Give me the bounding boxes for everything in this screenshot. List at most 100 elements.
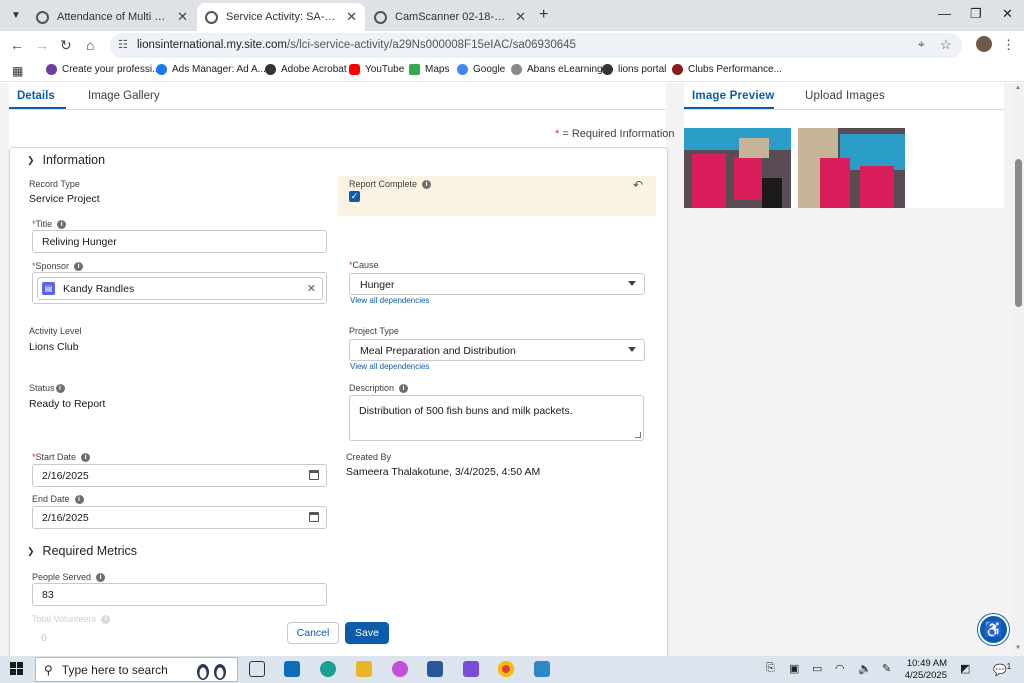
taskbar-search-box[interactable]: ⚲ Type here to search xyxy=(35,657,238,682)
title-input[interactable]: Reliving Hunger xyxy=(32,230,327,253)
photos-icon[interactable] xyxy=(534,661,550,677)
project-type-select[interactable]: Meal Preparation and Distribution xyxy=(349,339,645,361)
browser-tab-attendance[interactable]: Attendance of Multi Service Joi ✕ xyxy=(28,3,196,31)
battery-icon[interactable]: ▭ xyxy=(812,662,822,675)
copilot-icon[interactable] xyxy=(392,661,408,677)
menu-kebab-icon[interactable]: ⋮ xyxy=(1002,37,1015,53)
total-volunteers-value[interactable]: 6 xyxy=(41,632,47,644)
save-button[interactable]: Save xyxy=(345,622,389,644)
active-tab-indicator xyxy=(684,107,774,109)
apps-grid-icon[interactable]: ▦ xyxy=(12,64,23,78)
task-view-icon[interactable] xyxy=(249,661,265,677)
info-icon[interactable]: i xyxy=(81,452,91,462)
pen-icon[interactable]: ✎ xyxy=(882,662,891,675)
info-icon[interactable]: i xyxy=(399,383,409,393)
close-tab-icon[interactable]: ✕ xyxy=(177,9,188,25)
section-header-required-metrics[interactable]: ❯ Required Metrics xyxy=(27,544,137,558)
sponsor-pill[interactable]: ▤ Kandy Randles ✕ xyxy=(37,277,323,300)
outlook-icon[interactable] xyxy=(284,661,300,677)
tab-image-preview[interactable]: Image Preview xyxy=(692,90,775,102)
page-scrollbar[interactable]: ▲ ▼ xyxy=(1013,83,1024,656)
search-icon: ⚲ xyxy=(44,662,53,677)
info-icon[interactable]: i xyxy=(74,261,84,271)
close-tab-icon[interactable]: ✕ xyxy=(515,9,526,25)
browser-tab-camscanner[interactable]: CamScanner 02-18-2025 16.56 ✕ xyxy=(366,3,534,31)
image-thumbnail-2[interactable] xyxy=(798,128,905,208)
wifi-icon[interactable]: ◠ xyxy=(835,662,845,675)
bookmark-lions-portal[interactable]: lions portal xyxy=(602,64,666,75)
minimize-icon[interactable]: — xyxy=(938,6,951,21)
bookmark-abans-elearning[interactable]: Abans eLearning xyxy=(511,64,603,75)
info-icon[interactable]: i xyxy=(422,179,432,189)
bookmark-label: lions portal xyxy=(618,64,667,75)
info-icon[interactable]: i xyxy=(96,572,106,582)
image-thumbnail-1[interactable] xyxy=(684,128,791,208)
youtube-icon xyxy=(349,64,360,75)
browser-tab-service-activity[interactable]: Service Activity: SA-06930645 ✕ xyxy=(197,3,365,31)
store-icon[interactable] xyxy=(427,661,443,677)
sponsor-lookup[interactable]: ▤ Kandy Randles ✕ xyxy=(32,272,327,304)
chrome-icon[interactable] xyxy=(498,661,514,677)
windows-start-icon[interactable] xyxy=(10,662,23,675)
calendar-icon[interactable] xyxy=(309,470,319,480)
people-served-label: People Served i xyxy=(32,572,106,582)
scrollbar-thumb[interactable] xyxy=(1015,159,1022,307)
start-date-input[interactable]: 2/16/2025 xyxy=(32,464,327,487)
tab-details[interactable]: Details xyxy=(17,90,55,102)
back-arrow-icon[interactable]: ← xyxy=(10,37,24,53)
notifications-icon[interactable]: 💬1 xyxy=(993,662,1011,677)
location-icon[interactable]: ⌖ xyxy=(918,37,925,52)
tab-image-gallery[interactable]: Image Gallery xyxy=(88,90,160,102)
cancel-button[interactable]: Cancel xyxy=(287,622,339,644)
end-date-input[interactable]: 2/16/2025 xyxy=(32,506,327,529)
bookmark-maps[interactable]: Maps xyxy=(409,64,449,75)
report-complete-checkbox[interactable]: ✓ xyxy=(349,191,360,202)
resize-handle-icon[interactable] xyxy=(635,432,641,438)
widgets-icon[interactable]: ◩ xyxy=(960,662,970,675)
cause-view-dependencies-link[interactable]: View all dependencies xyxy=(350,296,429,305)
clear-selection-icon[interactable]: ✕ xyxy=(307,282,316,295)
bookmark-clubs-performance[interactable]: Clubs Performance... xyxy=(672,64,782,75)
bookmark-google[interactable]: Google xyxy=(457,64,505,75)
home-icon[interactable]: ⌂ xyxy=(86,37,94,53)
scroll-up-icon[interactable]: ▲ xyxy=(1015,85,1021,91)
bookmark-adobe-acrobat[interactable]: Adobe Acrobat xyxy=(265,64,347,75)
people-served-input[interactable]: 83 xyxy=(32,583,327,606)
cause-select[interactable]: Hunger xyxy=(349,273,645,295)
info-icon[interactable]: i xyxy=(55,383,65,393)
scroll-down-icon[interactable]: ▼ xyxy=(1015,645,1021,651)
bookmark-ads-manager[interactable]: Ads Manager: Ad A... xyxy=(156,64,266,75)
profile-avatar[interactable] xyxy=(976,36,992,52)
taskbar-clock[interactable]: 10:49 AM 4/25/2025 xyxy=(897,658,947,682)
active-tab-indicator xyxy=(9,107,66,109)
tray-display-icon[interactable]: ▣ xyxy=(789,662,799,675)
info-icon[interactable]: i xyxy=(74,494,84,504)
calendar-icon[interactable] xyxy=(309,512,319,522)
bookmark-youtube[interactable]: YouTube xyxy=(349,64,404,75)
tab-upload-images[interactable]: Upload Images xyxy=(805,90,885,102)
tray-meet-icon[interactable]: ⎘ xyxy=(766,662,775,675)
close-tab-icon[interactable]: ✕ xyxy=(346,9,357,25)
bookmark-star-icon[interactable]: ☆ xyxy=(940,37,952,53)
volume-icon[interactable]: 🔈 xyxy=(858,662,872,675)
info-icon[interactable]: i xyxy=(101,614,111,624)
section-header-information[interactable]: ❯ Information xyxy=(27,153,105,167)
file-explorer-icon[interactable] xyxy=(356,661,372,677)
undo-icon[interactable]: ↶ xyxy=(633,178,643,192)
project-type-view-dependencies-link[interactable]: View all dependencies xyxy=(350,362,429,371)
info-icon[interactable]: i xyxy=(57,219,67,229)
office-icon[interactable] xyxy=(463,661,479,677)
description-textarea[interactable]: Distribution of 500 fish buns and milk p… xyxy=(349,395,644,441)
bookmark-create-profile[interactable]: Create your professi... xyxy=(46,64,160,75)
new-tab-button[interactable]: + xyxy=(539,6,548,24)
accessibility-button[interactable]: ♿ xyxy=(978,614,1009,645)
close-window-icon[interactable]: ✕ xyxy=(1002,6,1013,22)
site-settings-icon[interactable]: ☷ xyxy=(118,38,128,51)
forward-arrow-icon[interactable]: → xyxy=(35,37,49,53)
url-text[interactable]: lionsinternational.my.site.com/s/lci-ser… xyxy=(137,39,576,51)
tab-search-chevron-icon[interactable]: ▼ xyxy=(6,5,26,25)
edge-icon[interactable] xyxy=(320,661,336,677)
reload-icon[interactable]: ↻ xyxy=(60,37,72,54)
restore-icon[interactable]: ❐ xyxy=(970,6,982,22)
address-bar[interactable]: ☷ lionsinternational.my.site.com/s/lci-s… xyxy=(110,33,962,58)
